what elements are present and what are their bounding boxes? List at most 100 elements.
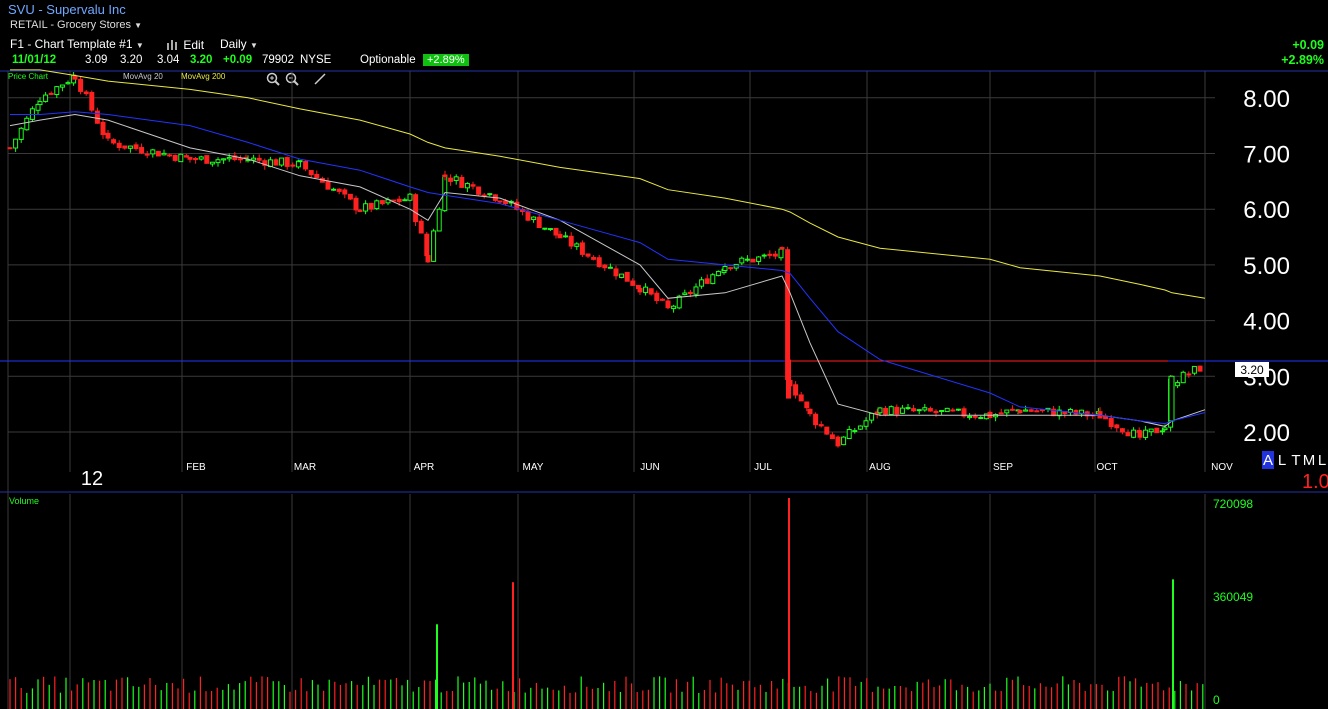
candle-body: [342, 189, 348, 195]
candle-body: [37, 101, 43, 106]
candle-body: [772, 253, 778, 257]
candle-body: [1162, 427, 1168, 431]
volume-panel-label: Volume: [9, 496, 39, 506]
candle-body: [1125, 432, 1131, 437]
candle-body: [888, 406, 894, 416]
candle-body: [585, 253, 591, 257]
candle-body: [1023, 409, 1029, 412]
volume-bars: [9, 498, 1204, 709]
candle-body: [715, 270, 721, 277]
month-label: AUG: [869, 462, 891, 473]
candle-body: [24, 117, 30, 131]
price-tick-label: 4.00: [1243, 309, 1290, 336]
candle-body: [476, 186, 482, 195]
candle-body: [654, 292, 660, 301]
candle-body: [728, 267, 734, 270]
candle-body: [531, 216, 537, 221]
candle-body: [155, 150, 161, 157]
candle-body: [704, 278, 710, 284]
candle-body: [613, 268, 619, 277]
candle-body: [198, 156, 204, 160]
candle-body: [193, 157, 199, 161]
candle-body: [167, 154, 173, 157]
candle-body: [105, 132, 111, 139]
candle-body: [682, 292, 688, 296]
candle-body: [750, 258, 756, 263]
candle-body: [1154, 427, 1160, 434]
candle-body: [739, 257, 745, 264]
candle-body: [204, 155, 210, 164]
candle-body: [852, 430, 858, 433]
candle-body: [619, 273, 625, 278]
candle-body: [1191, 365, 1197, 374]
scale-button: T: [1291, 452, 1300, 469]
candle-body: [1009, 408, 1015, 411]
price-chart[interactable]: 8.007.006.005.004.003.002.003.20A L T M L1.0…: [0, 0, 1328, 709]
candle-body: [883, 407, 889, 416]
candle-body: [325, 180, 331, 190]
candle-body: [648, 288, 654, 295]
candle-body: [687, 291, 693, 294]
candle-body: [7, 147, 13, 150]
month-label: OCT: [1096, 462, 1117, 473]
candle-body: [297, 160, 303, 163]
scale-button: L: [1278, 452, 1286, 469]
candle-body: [1114, 424, 1120, 429]
candle-body: [209, 161, 215, 165]
candle-body: [944, 407, 950, 413]
candle-body: [111, 139, 117, 144]
ma20-line: [9, 113, 1206, 427]
candle-body: [1131, 429, 1137, 438]
candle-body: [933, 410, 939, 414]
candle-body: [1103, 416, 1109, 420]
candle-body: [998, 412, 1004, 415]
candle-body: [379, 200, 385, 205]
candle-body: [279, 157, 285, 166]
last-price-tag: 3.20: [1240, 363, 1264, 377]
candle-body: [18, 127, 24, 140]
candle-body: [922, 407, 928, 411]
candle-body: [1028, 409, 1034, 412]
candle-body: [665, 300, 671, 309]
candle-body: [303, 161, 309, 170]
candle-body: [331, 188, 337, 191]
candle-body: [43, 94, 49, 102]
month-label: NOV: [1211, 462, 1233, 473]
candle-body: [133, 144, 139, 150]
candle-body: [972, 415, 978, 418]
candle-body: [899, 407, 905, 414]
candle-body: [676, 295, 682, 309]
candle-body: [637, 287, 643, 293]
candle-body: [659, 298, 665, 301]
candle-body: [1017, 409, 1023, 413]
candle-body: [699, 279, 705, 287]
candle-body: [807, 408, 813, 415]
candle-body: [78, 78, 84, 92]
candle-body: [144, 153, 150, 156]
candle-body: [542, 227, 548, 230]
candle-body: [72, 75, 78, 80]
candle-body: [396, 198, 402, 203]
year-label: 12: [81, 468, 103, 490]
corner-value: 1.0: [1302, 471, 1328, 493]
candle-body: [139, 147, 145, 154]
candle-body: [557, 233, 563, 239]
candle-body: [127, 145, 133, 149]
candle-body: [150, 149, 156, 155]
candle-body: [13, 138, 19, 149]
candle-body: [525, 210, 531, 221]
candle-body: [767, 253, 773, 256]
candle-body: [1186, 373, 1192, 376]
candle-body: [793, 384, 799, 396]
candle-body: [744, 258, 750, 261]
volume-tick-label: 720098: [1213, 497, 1253, 511]
legend-ma20: MovAvg 20: [123, 72, 163, 81]
candle-body: [693, 286, 699, 295]
candle-body: [1004, 409, 1010, 414]
candle-body: [89, 92, 95, 111]
month-label: SEP: [993, 462, 1013, 473]
candle-body: [431, 230, 437, 262]
gap-down-candle: [786, 359, 791, 399]
candle-body: [448, 177, 454, 182]
candle-body: [314, 173, 320, 179]
